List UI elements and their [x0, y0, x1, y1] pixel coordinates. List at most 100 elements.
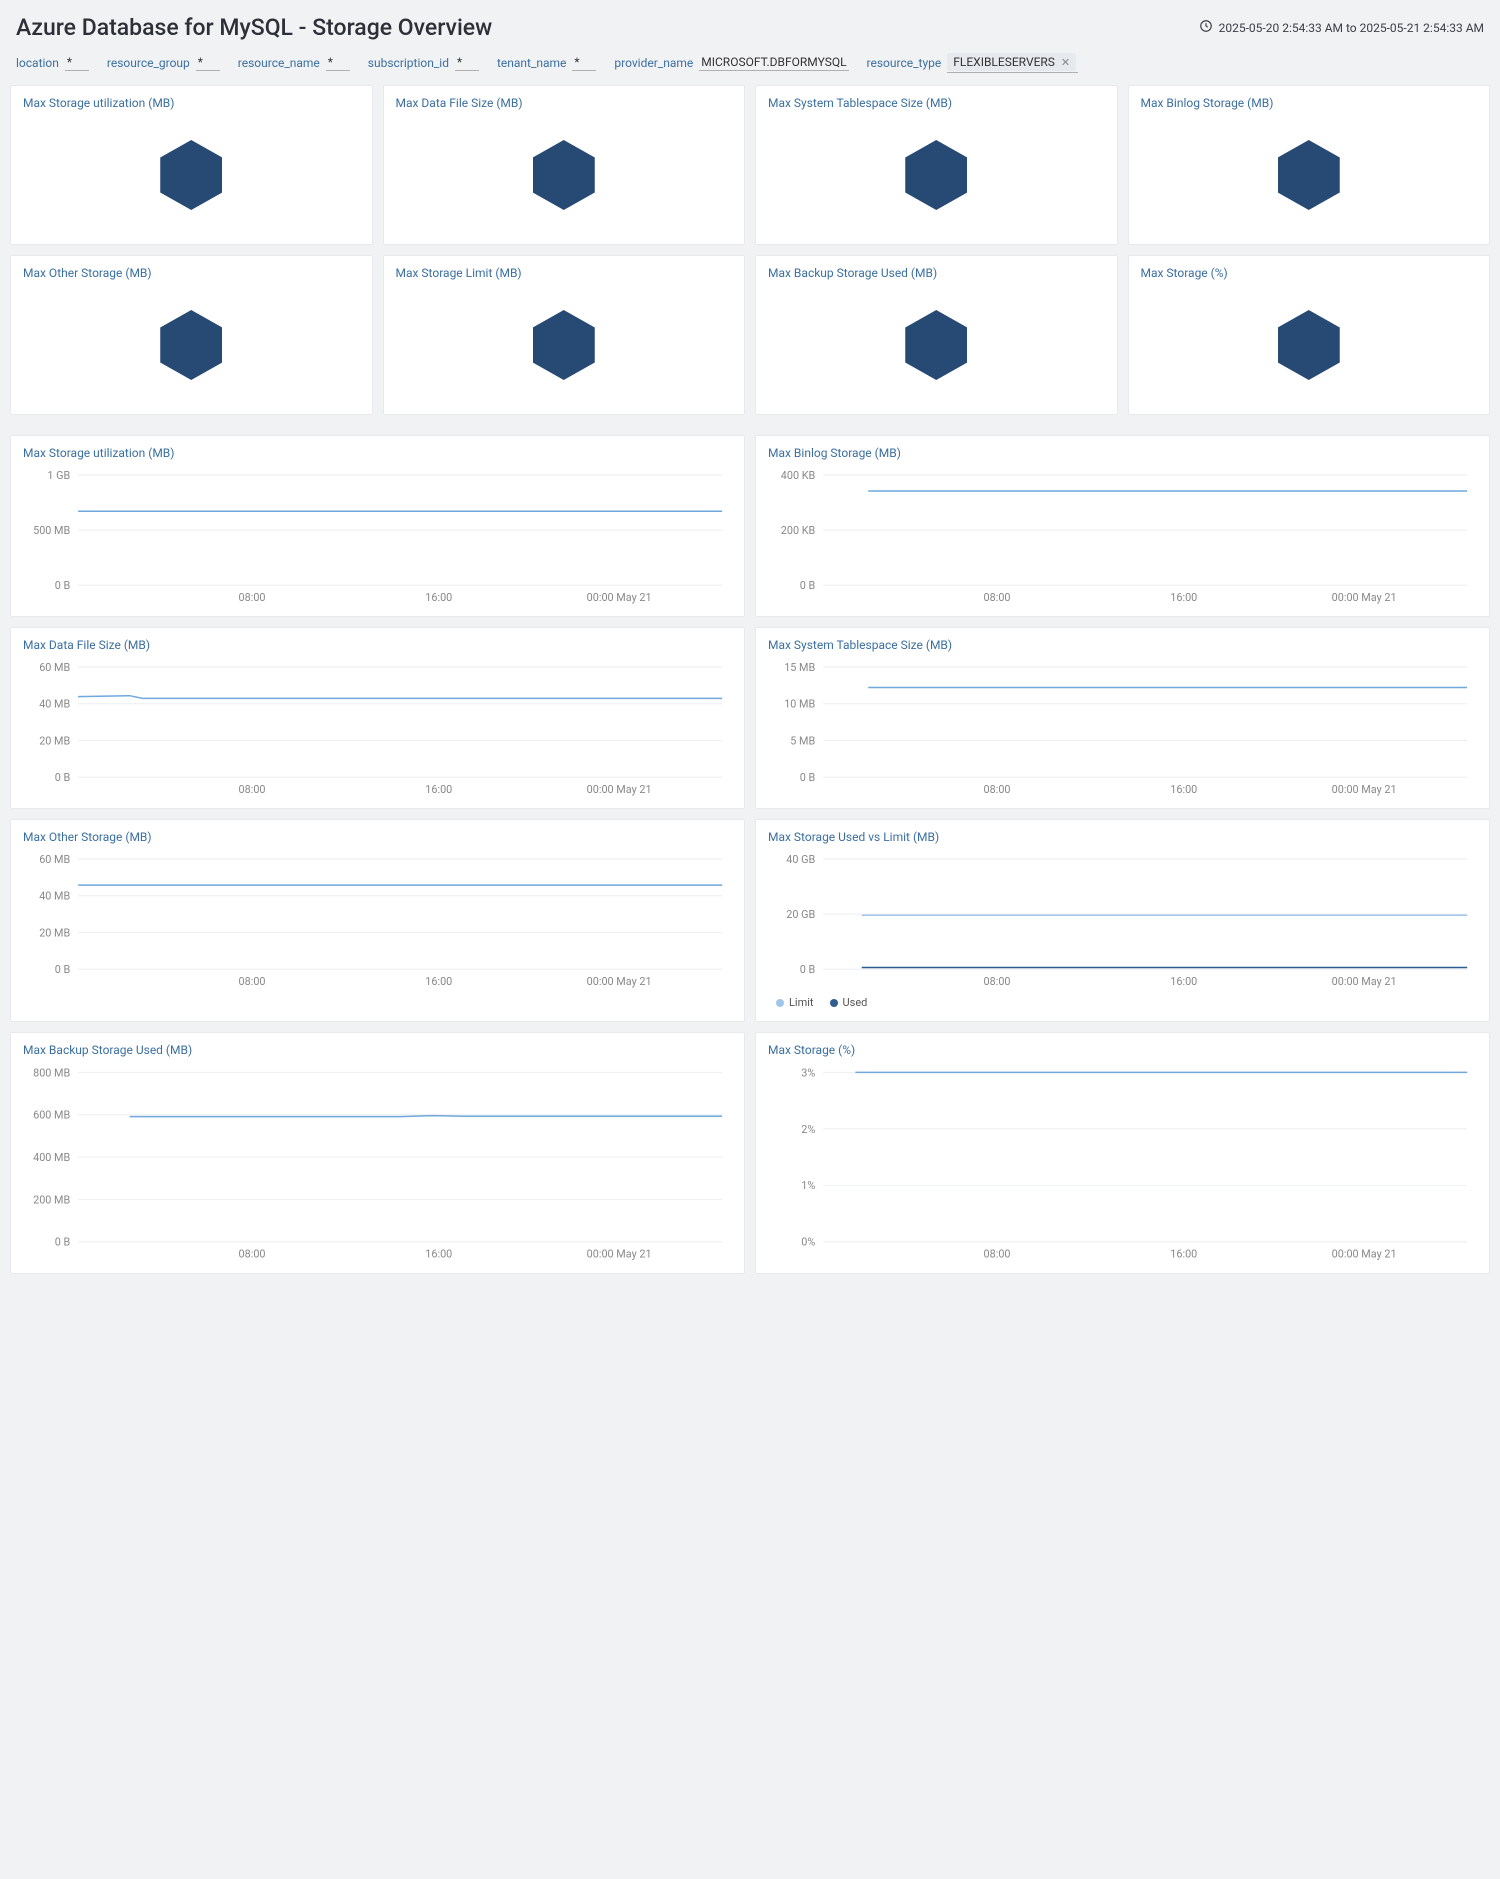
svg-text:16:00: 16:00 [425, 783, 452, 796]
legend-label: Used [843, 996, 868, 1009]
filter-label: resource_type [867, 56, 942, 70]
svg-text:08:00: 08:00 [239, 591, 266, 604]
panel-title: Max Storage Used vs Limit (MB) [768, 830, 1477, 844]
page-header: Azure Database for MySQL - Storage Overv… [0, 0, 1500, 49]
chart-panel-other[interactable]: Max Other Storage (MB) 60 MB40 MB20 MB0 … [10, 819, 745, 1022]
svg-text:0 B: 0 B [800, 579, 816, 592]
filter-provider-name[interactable]: provider_name MICROSOFT.DBFORMYSQL [614, 55, 848, 71]
tiles-grid: Max Storage utilization (MB) Max Data Fi… [0, 85, 1500, 435]
svg-text:0 B: 0 B [800, 771, 816, 784]
loading-placeholder [1141, 116, 1478, 234]
svg-text:08:00: 08:00 [984, 591, 1011, 604]
loading-placeholder [23, 116, 360, 234]
filter-chip[interactable]: FLEXIBLESERVERS ✕ [947, 53, 1076, 71]
hexagon-icon [533, 310, 595, 380]
svg-text:08:00: 08:00 [239, 1248, 266, 1261]
panel-title: Max System Tablespace Size (MB) [768, 96, 1105, 110]
svg-text:60 MB: 60 MB [39, 661, 70, 674]
chart-panel-used-vs-limit[interactable]: Max Storage Used vs Limit (MB) 40 GB20 G… [755, 819, 1490, 1022]
legend-item: Limit [776, 996, 814, 1009]
filter-label: resource_group [107, 56, 190, 70]
svg-text:08:00: 08:00 [984, 783, 1011, 796]
chart-panel-binlog[interactable]: Max Binlog Storage (MB) 400 KB200 KB0 B0… [755, 435, 1490, 617]
hexagon-icon [1278, 140, 1340, 210]
legend-item: Used [830, 996, 868, 1009]
panel-title: Max Other Storage (MB) [23, 266, 360, 280]
loading-placeholder [768, 286, 1105, 404]
panel-title: Max Other Storage (MB) [23, 830, 732, 844]
filter-label: tenant_name [497, 56, 566, 70]
tile-panel[interactable]: Max Storage (%) [1128, 255, 1491, 415]
svg-text:0 B: 0 B [55, 771, 71, 784]
panel-title: Max Data File Size (MB) [396, 96, 733, 110]
svg-text:08:00: 08:00 [984, 1248, 1011, 1261]
panel-title: Max Backup Storage Used (MB) [768, 266, 1105, 280]
svg-text:16:00: 16:00 [425, 975, 452, 988]
svg-text:00:00 May 21: 00:00 May 21 [1332, 591, 1397, 604]
filter-subscription-id[interactable]: subscription_id * [368, 55, 479, 71]
charts-grid: Max Storage utilization (MB) 1 GB500 MB0… [0, 435, 1500, 1294]
panel-title: Max Backup Storage Used (MB) [23, 1043, 732, 1057]
filter-value: * [572, 55, 596, 71]
tile-panel[interactable]: Max Other Storage (MB) [10, 255, 373, 415]
svg-text:20 MB: 20 MB [39, 734, 70, 747]
svg-text:1 GB: 1 GB [47, 469, 70, 482]
filter-location[interactable]: location * [16, 55, 89, 71]
chart-panel-tablespace[interactable]: Max System Tablespace Size (MB) 15 MB10 … [755, 627, 1490, 809]
tile-panel[interactable]: Max Storage Limit (MB) [383, 255, 746, 415]
svg-text:16:00: 16:00 [1170, 783, 1197, 796]
filter-bar: location * resource_group * resource_nam… [0, 49, 1500, 85]
chart-panel-storage-pct[interactable]: Max Storage (%) 3%2%1%0%08:0016:0000:00 … [755, 1032, 1490, 1274]
legend-dot-icon [776, 999, 784, 1007]
chart-legend: Limit Used [768, 990, 1477, 1011]
filter-label: subscription_id [368, 56, 449, 70]
tile-panel[interactable]: Max Backup Storage Used (MB) [755, 255, 1118, 415]
legend-label: Limit [789, 996, 814, 1009]
svg-text:2%: 2% [801, 1123, 815, 1136]
svg-text:00:00 May 21: 00:00 May 21 [1332, 783, 1397, 796]
filter-label: provider_name [614, 56, 693, 70]
svg-text:3%: 3% [801, 1066, 815, 1079]
tile-panel[interactable]: Max Storage utilization (MB) [10, 85, 373, 245]
close-icon[interactable]: ✕ [1061, 56, 1070, 69]
time-range-picker[interactable]: 2025-05-20 2:54:33 AM to 2025-05-21 2:54… [1199, 19, 1484, 36]
tile-panel[interactable]: Max Binlog Storage (MB) [1128, 85, 1491, 245]
svg-text:00:00 May 21: 00:00 May 21 [1332, 1248, 1397, 1261]
svg-text:20 GB: 20 GB [786, 908, 815, 921]
svg-text:15 MB: 15 MB [784, 661, 815, 674]
loading-placeholder [768, 116, 1105, 234]
chart-panel-backup[interactable]: Max Backup Storage Used (MB) 800 MB600 M… [10, 1032, 745, 1274]
svg-text:16:00: 16:00 [425, 1248, 452, 1261]
chart-plot: 3% 2% 1% 0% 08:00 16:00 00:00 May 21 [768, 1063, 1477, 1263]
chart-panel-storage-util[interactable]: Max Storage utilization (MB) 1 GB500 MB0… [10, 435, 745, 617]
legend-dot-icon [830, 999, 838, 1007]
filter-value: * [326, 55, 350, 71]
tile-panel[interactable]: Max Data File Size (MB) [383, 85, 746, 245]
panel-title: Max Data File Size (MB) [23, 638, 732, 652]
filter-tenant-name[interactable]: tenant_name * [497, 55, 596, 71]
filter-value: * [65, 55, 89, 71]
svg-text:0 B: 0 B [800, 963, 816, 976]
svg-text:16:00: 16:00 [1170, 1248, 1197, 1261]
svg-text:0 B: 0 B [55, 1236, 71, 1249]
panel-title: Max Storage utilization (MB) [23, 446, 732, 460]
chart-plot: 15 MB10 MB5 MB0 B08:0016:0000:00 May 21 [768, 658, 1477, 798]
chart-plot: 1 GB500 MB0 B08:0016:0000:00 May 21 [23, 466, 732, 606]
svg-text:200 KB: 200 KB [781, 524, 816, 537]
tile-panel[interactable]: Max System Tablespace Size (MB) [755, 85, 1118, 245]
svg-text:200 MB: 200 MB [33, 1193, 70, 1206]
svg-text:16:00: 16:00 [1170, 975, 1197, 988]
filter-resource-group[interactable]: resource_group * [107, 55, 220, 71]
svg-text:800 MB: 800 MB [33, 1066, 70, 1079]
svg-text:16:00: 16:00 [425, 591, 452, 604]
loading-placeholder [396, 116, 733, 234]
filter-resource-type[interactable]: resource_type FLEXIBLESERVERS ✕ [867, 53, 1079, 73]
svg-text:1%: 1% [801, 1179, 815, 1192]
svg-text:08:00: 08:00 [239, 975, 266, 988]
filter-chip-text: FLEXIBLESERVERS [953, 55, 1055, 69]
svg-text:20 MB: 20 MB [39, 926, 70, 939]
svg-text:0%: 0% [801, 1236, 815, 1249]
chart-panel-datafile[interactable]: Max Data File Size (MB) 60 MB40 MB20 MB0… [10, 627, 745, 809]
filter-value: MICROSOFT.DBFORMYSQL [699, 55, 848, 71]
filter-resource-name[interactable]: resource_name * [238, 55, 350, 71]
